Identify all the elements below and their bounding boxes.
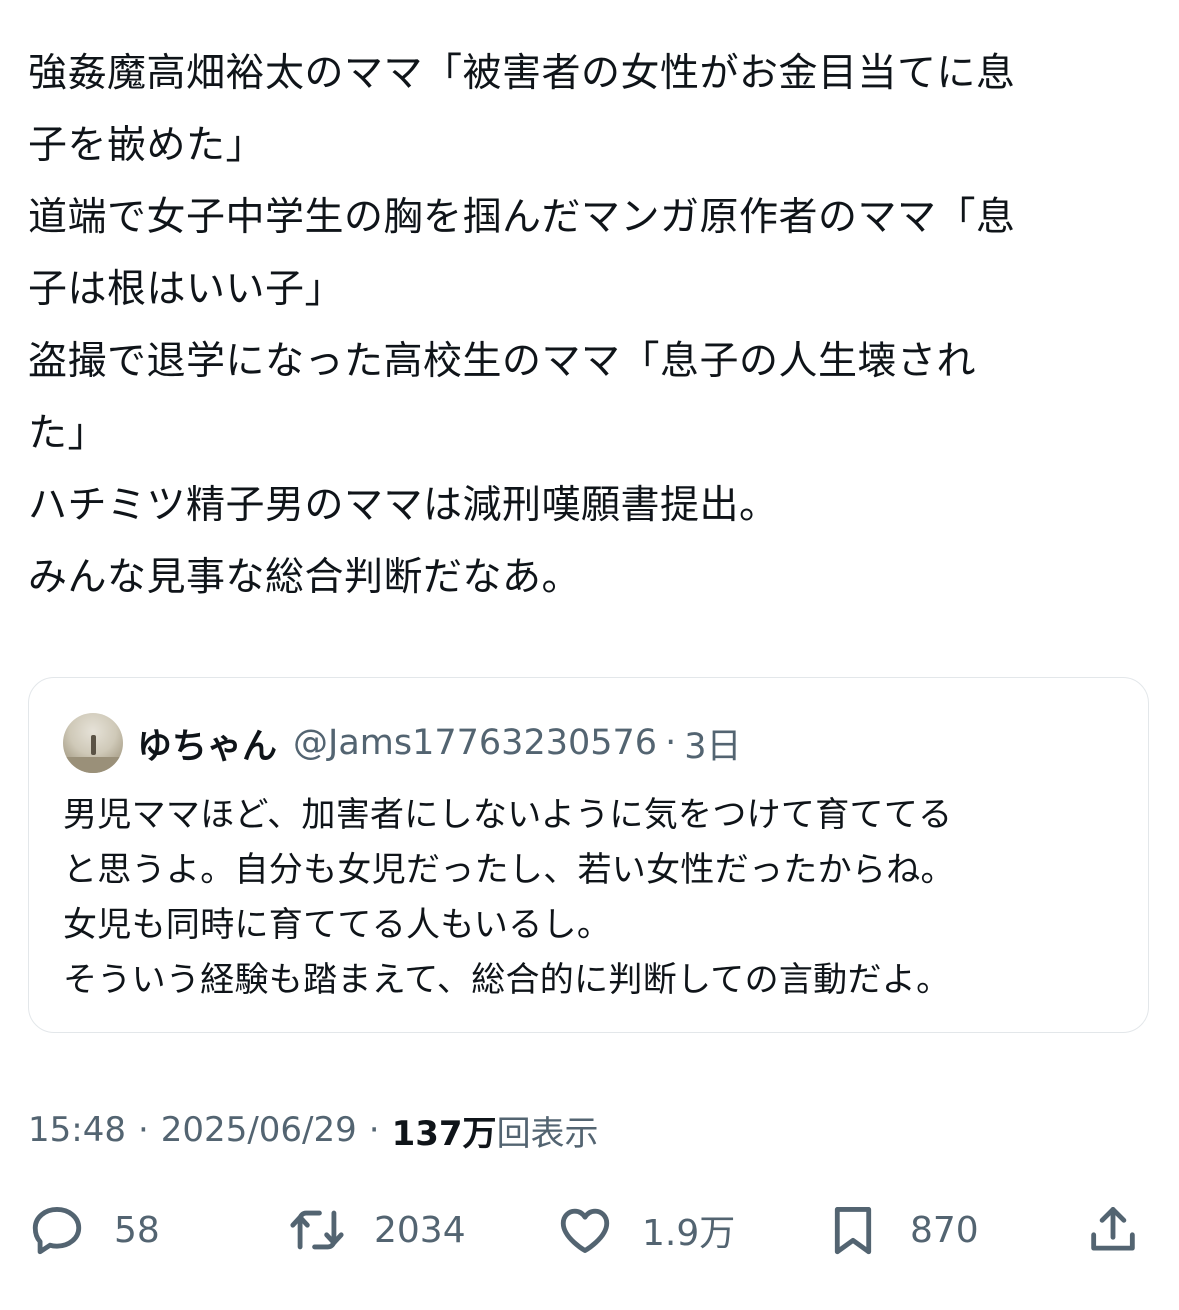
separator-dot: · [368, 1110, 380, 1150]
reply-button[interactable]: 58 [28, 1195, 160, 1265]
heart-icon [560, 1208, 610, 1253]
quoted-text-line: と思うよ。自分も女児だったし、若い女性だったからね。 [63, 850, 955, 890]
tweet-text-line: 子は根はいい子」 [28, 267, 345, 312]
quoted-tweet-header: ゆちゃん @Jams17763230576 · 3日 [63, 712, 742, 774]
action-bar: 58 2034 1.9万 870 [0, 1195, 1179, 1265]
bookmark-count: 870 [910, 1209, 979, 1251]
like-count: 1.9万 [642, 1213, 736, 1254]
tweet-metadata: 15:48 · 2025/06/29 · 137万 回表示 [28, 1105, 599, 1155]
separator-dot: · [665, 723, 677, 763]
separator-dot: · [137, 1110, 149, 1150]
bookmark-button[interactable]: 870 [824, 1195, 979, 1265]
tweet-text-line: 強姦魔高畑裕太のママ「被害者の女性がお金目当てに息 [28, 51, 1016, 96]
tweet-text-line: ハチミツ精子男のママは減刑嘆願書提出。 [28, 483, 779, 528]
tweet-text-line: た」 [28, 411, 108, 456]
quoted-text-line: 女児も同時に育ててる人もいるし。 [63, 905, 612, 945]
quoted-author-handle[interactable]: @Jams17763230576 [293, 723, 657, 763]
quoted-tweet-card[interactable]: ゆちゃん @Jams17763230576 · 3日 男児ママほど、加害者にしな… [28, 677, 1149, 1033]
quoted-tweet-text: 男児ママほど、加害者にしないように気をつけて育ててる と思うよ。自分も女児だった… [63, 788, 1123, 1008]
avatar-ground [63, 757, 123, 773]
tweet-text-line: 子を嵌めた」 [28, 123, 266, 168]
views-count: 137万 [391, 1113, 497, 1154]
views-label: 回表示 [496, 1113, 599, 1154]
tweet-text-line: 盗撮で退学になった高校生のママ「息子の人生壊され [28, 339, 977, 384]
tweet-text-line: みんな見事な総合判断だなあ。 [28, 555, 582, 600]
avatar-figure [91, 735, 96, 755]
tweet-text-line: 道端で女子中学生の胸を掴んだマンガ原作者のママ「息 [28, 195, 1016, 240]
tweet-date[interactable]: 2025/06/29 [161, 1110, 357, 1150]
quoted-tweet-time[interactable]: 3日 [684, 718, 741, 769]
retweet-icon [290, 1210, 344, 1250]
retweet-count: 2034 [374, 1209, 466, 1251]
user-avatar[interactable] [63, 713, 123, 773]
quoted-author-name[interactable]: ゆちゃん [137, 718, 277, 769]
tweet-text: 強姦魔高畑裕太のママ「被害者の女性がお金目当てに息 子を嵌めた」 道端で女子中学… [28, 38, 1153, 614]
retweet-button[interactable]: 2034 [288, 1195, 466, 1265]
reply-icon [32, 1207, 82, 1255]
tweet-time[interactable]: 15:48 [28, 1110, 126, 1150]
reply-count: 58 [114, 1209, 160, 1251]
bookmark-icon [834, 1207, 872, 1255]
share-icon [1091, 1207, 1135, 1251]
quoted-text-line: そういう経験も踏まえて、総合的に判断しての言動だよ。 [63, 960, 951, 1000]
quoted-text-line: 男児ママほど、加害者にしないように気をつけて育ててる [63, 795, 953, 835]
like-button[interactable]: 1.9万 [556, 1195, 735, 1265]
share-button[interactable] [1084, 1195, 1142, 1265]
